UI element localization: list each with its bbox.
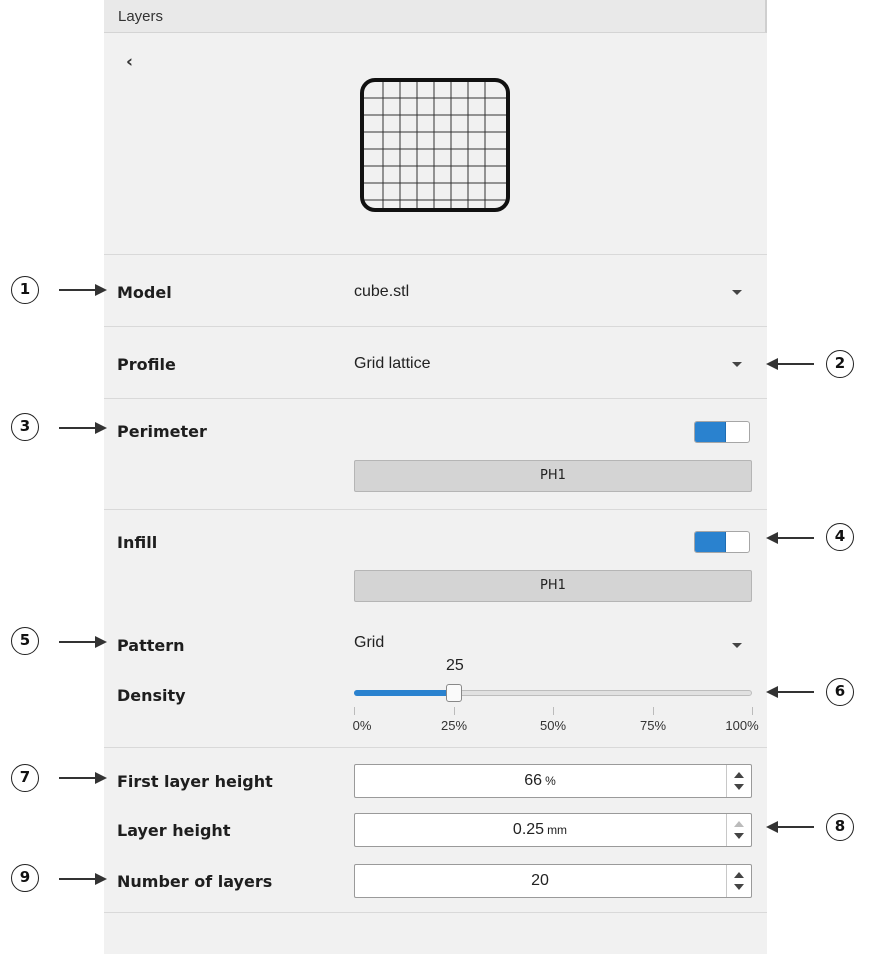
spin-buttons xyxy=(726,865,751,897)
callout-badge: 8 xyxy=(826,813,854,841)
callout-badge: 9 xyxy=(11,864,39,892)
first-layer-height-value-display: 66% xyxy=(355,765,725,797)
toggle-on-indicator xyxy=(695,532,726,552)
density-value: 25 xyxy=(446,657,464,674)
model-dropdown-icon[interactable] xyxy=(732,290,742,295)
divider xyxy=(104,398,767,399)
density-tick xyxy=(653,707,654,715)
decrement-arrow-icon[interactable] xyxy=(734,784,744,790)
density-tick-label: 0% xyxy=(352,718,372,733)
decrement-arrow-icon[interactable] xyxy=(734,884,744,890)
panel-header: Layers xyxy=(104,0,767,33)
first-layer-height-label: First layer height xyxy=(117,772,273,791)
first-layer-height-value: 66 xyxy=(524,772,543,789)
back-chevron-icon[interactable]: ‹ xyxy=(126,52,133,72)
increment-arrow-icon[interactable] xyxy=(734,772,744,778)
layer-height-spinbox[interactable]: 0.25 mm xyxy=(354,813,752,847)
density-tick-label: 100% xyxy=(725,718,759,733)
callout-arrow xyxy=(59,284,107,296)
panel-title: Layers xyxy=(118,8,164,25)
layer-height-label: Layer height xyxy=(117,821,231,840)
density-tick-label: 50% xyxy=(539,718,567,733)
perimeter-label: Perimeter xyxy=(117,422,207,441)
divider xyxy=(104,747,767,748)
perimeter-ph1-button[interactable]: PH1 xyxy=(354,460,752,492)
callout-badge: 7 xyxy=(11,764,39,792)
callout-arrow xyxy=(59,873,107,885)
perimeter-toggle[interactable] xyxy=(694,421,750,443)
density-tick-label: 75% xyxy=(639,718,667,733)
infill-label: Infill xyxy=(117,533,158,552)
profile-dropdown-icon[interactable] xyxy=(732,362,742,367)
number-of-layers-value: 20 xyxy=(531,872,549,889)
first-layer-height-spinbox[interactable]: 66% xyxy=(354,764,752,798)
toggle-on-indicator xyxy=(695,422,726,442)
spin-buttons xyxy=(726,814,751,846)
infill-toggle[interactable] xyxy=(694,531,750,553)
pattern-dropdown-icon[interactable] xyxy=(732,643,742,648)
density-tick xyxy=(454,707,455,715)
density-label: Density xyxy=(117,686,186,705)
decrement-arrow-icon[interactable] xyxy=(734,833,744,839)
first-layer-height-unit: % xyxy=(545,774,556,788)
divider xyxy=(104,326,767,327)
density-slider-handle[interactable] xyxy=(445,684,462,702)
number-of-layers-label: Number of layers xyxy=(117,872,273,891)
callout-arrow xyxy=(59,772,107,784)
divider xyxy=(104,912,767,913)
layer-height-value: 0.25 xyxy=(512,821,545,838)
callout-arrow xyxy=(59,422,107,434)
spin-buttons xyxy=(726,765,751,797)
callout-badge: 3 xyxy=(11,413,39,441)
number-of-layers-value-display: 20 xyxy=(355,865,725,897)
divider xyxy=(104,254,767,255)
callout-badge: 2 xyxy=(826,350,854,378)
grid-lattice-preview-icon xyxy=(360,78,510,212)
pattern-label: Pattern xyxy=(117,636,185,655)
density-slider-fill xyxy=(354,690,454,696)
model-label: Model xyxy=(117,283,172,302)
callout-arrow xyxy=(766,358,814,370)
callout-arrow xyxy=(766,532,814,544)
density-tick-label: 25% xyxy=(440,718,468,733)
profile-select[interactable]: Grid lattice xyxy=(354,355,430,373)
density-tick xyxy=(354,707,355,715)
callout-badge: 1 xyxy=(11,276,39,304)
pattern-select[interactable]: Grid xyxy=(354,634,384,652)
callout-badge: 6 xyxy=(826,678,854,706)
increment-arrow-icon[interactable] xyxy=(734,872,744,878)
increment-arrow-icon[interactable] xyxy=(734,821,744,827)
density-tick xyxy=(553,707,554,715)
layer-height-value-display: 0.25 mm xyxy=(355,814,725,846)
infill-ph1-button[interactable]: PH1 xyxy=(354,570,752,602)
callout-arrow xyxy=(766,686,814,698)
callout-arrow xyxy=(766,821,814,833)
model-select[interactable]: cube.stl xyxy=(354,283,409,301)
profile-label: Profile xyxy=(117,355,176,374)
callout-badge: 5 xyxy=(11,627,39,655)
density-tick xyxy=(752,707,753,715)
callout-arrow xyxy=(59,636,107,648)
divider xyxy=(104,509,767,510)
layer-height-unit: mm xyxy=(547,823,568,837)
number-of-layers-spinbox[interactable]: 20 xyxy=(354,864,752,898)
callout-badge: 4 xyxy=(826,523,854,551)
